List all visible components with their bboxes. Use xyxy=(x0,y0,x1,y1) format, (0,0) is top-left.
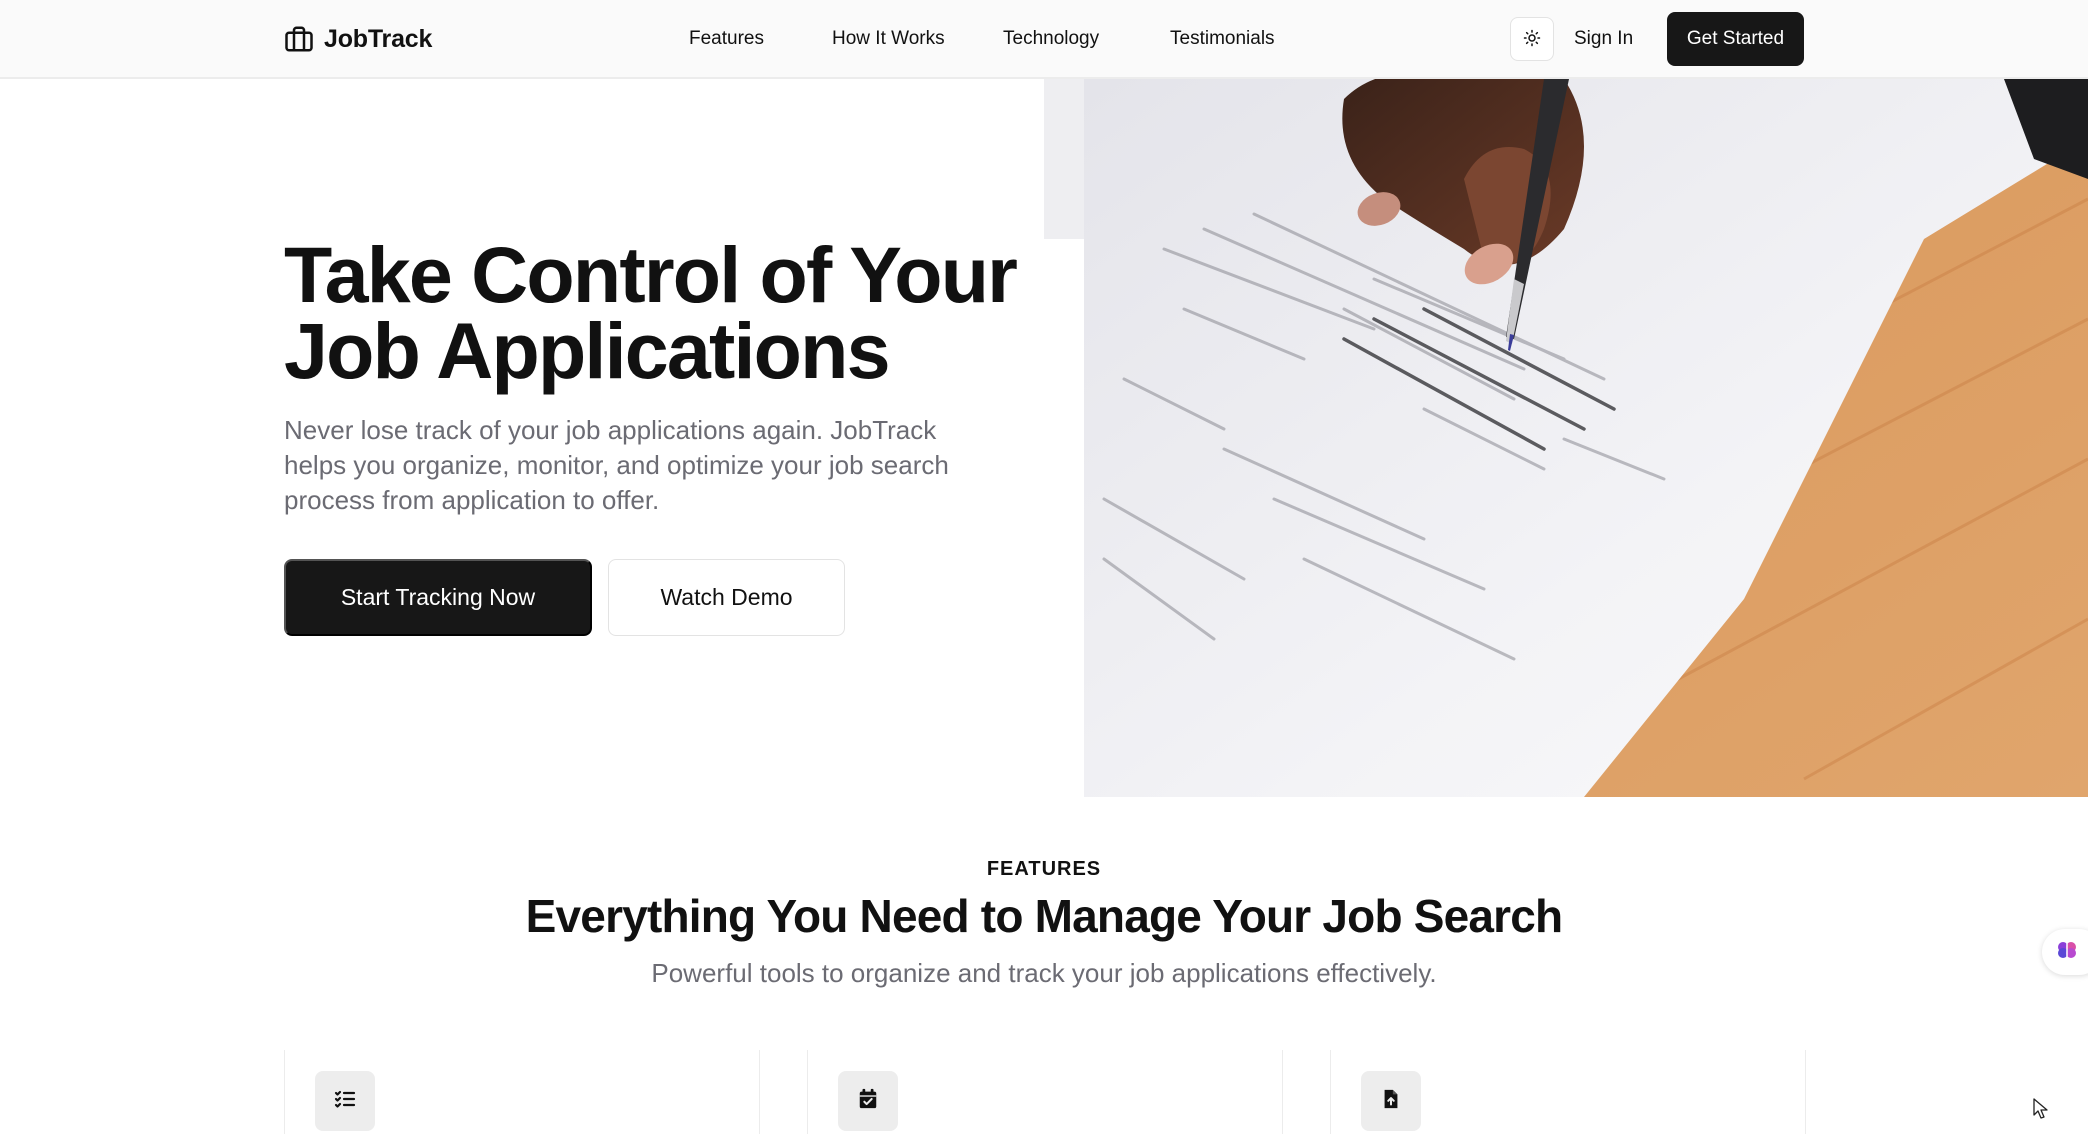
features-eyebrow: FEATURES xyxy=(986,858,1102,880)
feature-card-1 xyxy=(284,1050,760,1134)
sun-icon xyxy=(1523,29,1541,50)
theme-toggle-button[interactable] xyxy=(1510,17,1554,61)
brand-logo-link[interactable]: JobTrack xyxy=(284,22,432,56)
feature-card-2 xyxy=(807,1050,1283,1134)
contract-signing-photo xyxy=(1044,79,2088,797)
hero-title-line-1: Take Control of Your xyxy=(284,230,1018,319)
hero-description: Never lose track of your job application… xyxy=(284,415,949,515)
file-upload-icon xyxy=(1380,1088,1402,1115)
hero-title-line-2: Job Applications xyxy=(284,306,891,395)
feature-icon-box xyxy=(838,1071,898,1131)
nav-link-technology[interactable]: Technology xyxy=(1003,24,1170,54)
navbar: JobTrack Features How It Works Technolog… xyxy=(0,0,2088,79)
mouse-cursor-icon xyxy=(2033,1098,2049,1125)
sign-in-link[interactable]: Sign In xyxy=(1574,24,1633,54)
checklist-icon xyxy=(333,1087,357,1116)
nav-link-how-it-works[interactable]: How It Works xyxy=(832,24,1003,54)
feature-card-3 xyxy=(1330,1050,1806,1134)
features-title: Everything You Need to Manage Your Job S… xyxy=(525,890,1564,942)
feature-icon-box xyxy=(315,1071,375,1131)
briefcase-icon xyxy=(284,24,314,54)
hero-image xyxy=(1044,79,2088,797)
hero-title: Take Control of Your Job Applications xyxy=(284,230,1044,395)
nav-link-features[interactable]: Features xyxy=(689,24,832,54)
feature-icon-box xyxy=(1361,1071,1421,1131)
nav-link-testimonials[interactable]: Testimonials xyxy=(1170,24,1310,54)
features-subtitle: Powerful tools to organize and track you… xyxy=(651,958,1437,988)
start-tracking-button[interactable]: Start Tracking Now xyxy=(284,559,592,636)
watch-demo-button[interactable]: Watch Demo xyxy=(608,559,845,636)
assistant-widget-button[interactable] xyxy=(2042,929,2088,975)
brand-name: JobTrack xyxy=(324,24,433,53)
brain-icon xyxy=(2055,938,2079,967)
calendar-check-icon xyxy=(857,1088,879,1115)
main-nav: Features How It Works Technology Testimo… xyxy=(689,24,1310,54)
get-started-button[interactable]: Get Started xyxy=(1667,12,1804,66)
